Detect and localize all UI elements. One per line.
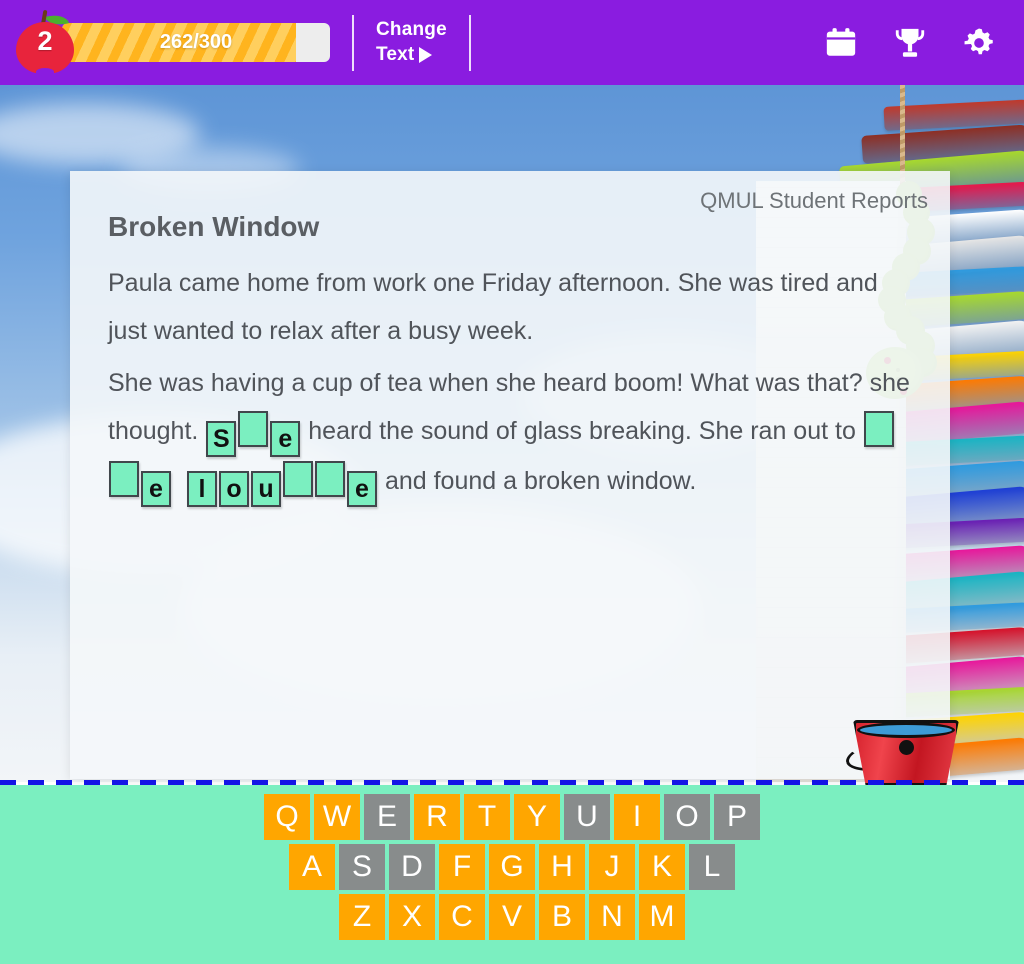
level-number: 2 xyxy=(37,25,53,56)
watermark-label: QMUL Student Reports xyxy=(700,188,928,213)
letter-box[interactable]: u xyxy=(251,471,281,507)
key-z[interactable]: Z xyxy=(339,894,385,940)
p2-text-part3: and found a broken window. xyxy=(378,467,697,495)
keyboard-row: QWERTYUIOP xyxy=(0,794,1024,840)
letter-box[interactable]: S xyxy=(206,421,237,457)
key-p[interactable]: P xyxy=(714,794,760,840)
change-text-button[interactable]: Change Text xyxy=(376,18,447,67)
change-text-line2: Text xyxy=(376,43,415,65)
level-badge: 2 xyxy=(12,9,78,76)
key-x[interactable]: X xyxy=(389,894,435,940)
story-card: QMUL Student Reports Broken Window Paula… xyxy=(70,171,950,779)
play-triangle-icon xyxy=(419,46,433,63)
letter-box[interactable] xyxy=(238,411,269,447)
letter-box[interactable]: e xyxy=(270,421,301,457)
key-g[interactable]: G xyxy=(489,844,535,890)
key-n[interactable]: N xyxy=(589,894,635,940)
letter-box[interactable] xyxy=(109,461,139,497)
trophy-icon[interactable] xyxy=(892,26,928,60)
bucket-water xyxy=(857,722,955,738)
key-l[interactable]: L xyxy=(689,844,735,890)
keyboard-row: ASDFGHJKL xyxy=(0,844,1024,890)
key-c[interactable]: C xyxy=(439,894,485,940)
onscreen-keyboard: QWERTYUIOPASDFGHJKLZXCVBNM xyxy=(0,785,1024,964)
key-b[interactable]: B xyxy=(539,894,585,940)
key-r[interactable]: R xyxy=(414,794,460,840)
game-screen: 2 262/300 Change Text QMUL Student Repor… xyxy=(0,0,1024,964)
toolbar-divider-right xyxy=(468,14,471,71)
progress-bar: 262/300 xyxy=(62,23,330,62)
letter-box[interactable] xyxy=(283,461,313,497)
key-e[interactable]: E xyxy=(364,794,410,840)
progress-label: 262/300 xyxy=(159,31,233,53)
page-title: Broken Window xyxy=(108,211,320,242)
bucket-knob xyxy=(899,740,914,755)
letter-boxes-word1[interactable]: Se xyxy=(205,411,301,457)
letter-box[interactable]: o xyxy=(219,471,249,507)
section-divider xyxy=(0,780,1024,785)
letter-boxes-word3[interactable]: lou e xyxy=(186,461,378,507)
letter-box[interactable] xyxy=(315,461,345,497)
key-f[interactable]: F xyxy=(439,844,485,890)
key-q[interactable]: Q xyxy=(264,794,310,840)
key-s[interactable]: S xyxy=(339,844,385,890)
key-y[interactable]: Y xyxy=(514,794,560,840)
key-u[interactable]: U xyxy=(564,794,610,840)
key-t[interactable]: T xyxy=(464,794,510,840)
key-k[interactable]: K xyxy=(639,844,685,890)
calendar-icon[interactable] xyxy=(824,26,858,60)
change-text-line1: Change xyxy=(376,19,447,41)
letter-box[interactable]: l xyxy=(187,471,217,507)
key-o[interactable]: O xyxy=(664,794,710,840)
paragraph-two: She was having a cup of tea when she hea… xyxy=(108,359,918,507)
paragraph-one: Paula came home from work one Friday aft… xyxy=(108,269,878,345)
key-w[interactable]: W xyxy=(314,794,360,840)
key-d[interactable]: D xyxy=(389,844,435,890)
letter-box[interactable]: e xyxy=(347,471,377,507)
toolbar-divider-left xyxy=(352,14,354,71)
key-a[interactable]: A xyxy=(289,844,335,890)
key-m[interactable]: M xyxy=(639,894,685,940)
toolbar-icon-group xyxy=(824,26,996,60)
top-toolbar: 2 262/300 Change Text xyxy=(0,0,1024,85)
bucket-graphic xyxy=(842,712,967,788)
key-j[interactable]: J xyxy=(589,844,635,890)
p2-text-part2: heard the sound of glass breaking. She r… xyxy=(301,417,863,445)
letter-box[interactable]: e xyxy=(141,471,171,507)
key-v[interactable]: V xyxy=(489,894,535,940)
apple-notch xyxy=(36,67,54,76)
key-h[interactable]: H xyxy=(539,844,585,890)
story-text: Paula came home from work one Friday aft… xyxy=(108,259,918,511)
letter-box[interactable] xyxy=(863,411,894,447)
gear-icon[interactable] xyxy=(962,26,996,60)
keyboard-row: ZXCVBNM xyxy=(0,894,1024,940)
key-i[interactable]: I xyxy=(614,794,660,840)
